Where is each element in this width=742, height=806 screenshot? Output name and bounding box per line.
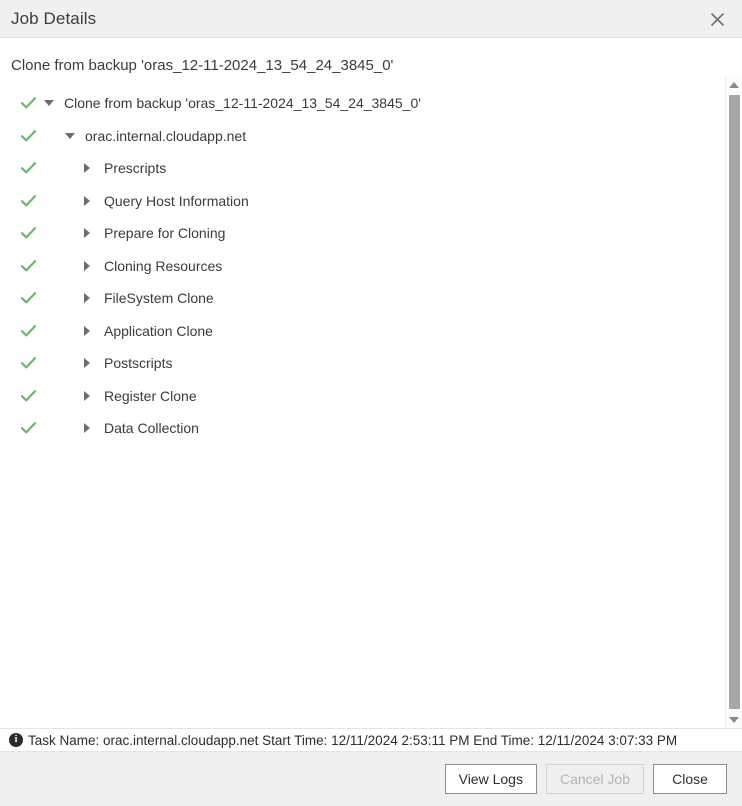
success-check-icon — [21, 227, 36, 239]
job-details-dialog: Job Details Clone from backup 'oras_12-1… — [0, 0, 742, 806]
scrollbar-thumb[interactable] — [728, 95, 740, 709]
task-tree-row[interactable]: Cloning Resources — [0, 250, 742, 283]
chevron-right-icon[interactable] — [84, 423, 98, 434]
view-logs-button[interactable]: View Logs — [444, 764, 537, 794]
task-tree-label: orac.internal.cloudapp.net — [85, 127, 247, 144]
success-check-icon — [21, 292, 36, 304]
task-tree-row[interactable]: Prepare for Cloning — [0, 217, 742, 250]
success-check-icon — [21, 389, 36, 402]
task-tree-row[interactable]: Postscripts — [0, 347, 742, 380]
task-tree-label: Prescripts — [104, 160, 167, 177]
task-tree-node[interactable]: orac.internal.cloudapp.net — [65, 128, 246, 144]
task-tree-label: Register Clone — [104, 387, 197, 404]
task-tree-node[interactable]: Application Clone — [84, 323, 213, 339]
chevron-right-icon[interactable] — [84, 325, 98, 336]
success-check-icon — [21, 162, 36, 174]
task-tree-row[interactable]: FileSystem Clone — [0, 282, 742, 315]
chevron-down-icon[interactable] — [44, 100, 58, 107]
success-check-icon — [21, 357, 36, 369]
success-check-icon — [21, 324, 36, 337]
scroll-down-arrow-icon[interactable] — [725, 711, 742, 728]
status-bar-text: Task Name: orac.internal.cloudapp.net St… — [28, 732, 678, 748]
chevron-right-icon[interactable] — [84, 228, 98, 239]
task-tree-node[interactable]: Query Host Information — [84, 193, 249, 209]
success-check-icon — [21, 129, 36, 142]
close-button[interactable]: Close — [653, 764, 727, 794]
chevron-right-icon[interactable] — [84, 260, 98, 271]
task-tree-node[interactable]: Cloning Resources — [84, 258, 222, 274]
close-icon[interactable] — [700, 0, 734, 38]
page-title: Job Details — [11, 9, 97, 28]
task-tree-node[interactable]: Prepare for Cloning — [84, 225, 225, 241]
task-tree-label: Application Clone — [104, 322, 213, 339]
task-tree-row[interactable]: Data Collection — [0, 412, 742, 445]
task-tree-label: Query Host Information — [104, 192, 249, 209]
success-check-icon — [21, 259, 36, 272]
vertical-scrollbar[interactable] — [725, 76, 742, 728]
task-tree-node[interactable]: Prescripts — [84, 160, 166, 176]
task-tree-label: Cloning Resources — [104, 257, 223, 274]
task-tree-row[interactable]: Register Clone — [0, 380, 742, 413]
task-tree-row[interactable]: Query Host Information — [0, 185, 742, 218]
task-tree-label: Data Collection — [104, 420, 199, 437]
task-tree-row[interactable]: Prescripts — [0, 152, 742, 185]
chevron-right-icon[interactable] — [84, 293, 98, 304]
chevron-right-icon[interactable] — [84, 390, 98, 401]
cancel-job-button: Cancel Job — [545, 764, 644, 794]
task-tree-label: Clone from backup 'oras_12-11-2024_13_54… — [64, 95, 421, 112]
scrollbar-track[interactable] — [725, 93, 742, 711]
task-tree-node[interactable]: FileSystem Clone — [84, 290, 214, 306]
dialog-titlebar: Job Details — [0, 0, 742, 38]
task-tree-row[interactable]: Application Clone — [0, 315, 742, 348]
success-check-icon — [21, 97, 36, 109]
job-subtitle: Clone from backup 'oras_12-11-2024_13_54… — [11, 57, 394, 74]
success-check-icon — [21, 194, 36, 207]
task-tree-label: Postscripts — [104, 355, 173, 372]
task-tree-label: FileSystem Clone — [104, 290, 214, 307]
chevron-right-icon[interactable] — [84, 195, 98, 206]
task-tree-node[interactable]: Data Collection — [84, 420, 199, 436]
chevron-right-icon[interactable] — [84, 163, 98, 174]
info-icon: i — [9, 733, 23, 747]
chevron-down-icon[interactable] — [65, 132, 79, 139]
task-tree-label: Prepare for Cloning — [104, 225, 226, 242]
task-tree-node[interactable]: Register Clone — [84, 388, 197, 404]
status-bar: i Task Name: orac.internal.cloudapp.net … — [0, 728, 742, 752]
task-tree-node[interactable]: Postscripts — [84, 355, 172, 371]
chevron-right-icon[interactable] — [84, 358, 98, 369]
dialog-footer: View Logs Cancel Job Close — [0, 752, 742, 806]
task-tree-row[interactable]: Clone from backup 'oras_12-11-2024_13_54… — [0, 87, 742, 120]
task-tree-row[interactable]: orac.internal.cloudapp.net — [0, 120, 742, 153]
job-task-tree: Clone from backup 'oras_12-11-2024_13_54… — [0, 73, 742, 445]
dialog-content: Clone from backup 'oras_12-11-2024_13_54… — [0, 38, 742, 728]
task-tree-node[interactable]: Clone from backup 'oras_12-11-2024_13_54… — [44, 95, 421, 111]
success-check-icon — [21, 422, 36, 434]
scroll-up-arrow-icon[interactable] — [725, 76, 742, 93]
